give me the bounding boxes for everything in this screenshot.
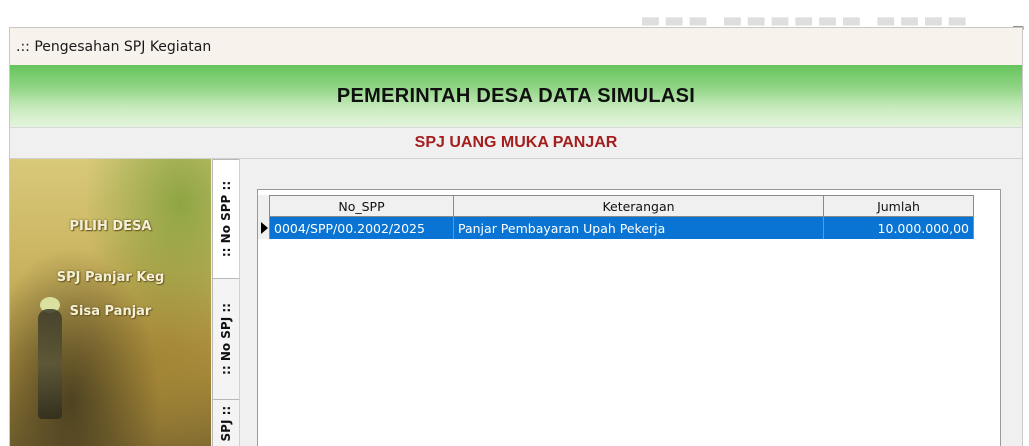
tab-no-spj-label: :: No SPJ ::	[219, 303, 234, 375]
table-row[interactable]: 0004/SPP/00.2002/2025 Panjar Pembayaran …	[258, 217, 974, 239]
tab-spj-partial[interactable]: n SPJ ::	[212, 399, 240, 446]
subheader: SPJ UANG MUKA PANJAR	[10, 128, 1022, 159]
cell-keterangan[interactable]: Panjar Pembayaran Upah Pekerja	[454, 217, 824, 239]
side-menu-spj-panjar-keg[interactable]: SPJ Panjar Keg	[10, 270, 211, 285]
row-indicator-arrow-icon	[258, 217, 270, 239]
side-menu-pilih-desa[interactable]: PILIH DESA	[10, 219, 211, 234]
tab-no-spp-label: :: No SPP ::	[219, 180, 233, 258]
cell-jumlah[interactable]: 10.000.000,00	[824, 217, 974, 239]
side-menu-sisa-panjar[interactable]: Sisa Panjar	[10, 304, 211, 319]
spj-window: .:: Pengesahan SPJ Kegiatan PEMERINTAH D…	[9, 27, 1023, 446]
window-titlebar[interactable]: .:: Pengesahan SPJ Kegiatan	[10, 28, 1022, 65]
header-banner: PEMERINTAH DESA DATA SIMULASI	[10, 65, 1022, 128]
header-indicator-cell	[258, 195, 270, 217]
spp-grid: No_SPP Keterangan Jumlah 0004/SPP/00.200…	[257, 189, 1001, 446]
tab-spj-partial-label: n SPJ ::	[219, 405, 233, 446]
farmer-figure	[38, 309, 62, 419]
cell-no-spp[interactable]: 0004/SPP/00.2002/2025	[270, 217, 454, 239]
tab-no-spp[interactable]: :: No SPP ::	[212, 159, 239, 279]
tab-no-spj[interactable]: :: No SPJ ::	[212, 278, 240, 400]
side-panel: PILIH DESA SPJ Panjar Keg Sisa Panjar	[10, 159, 211, 446]
column-header-jumlah[interactable]: Jumlah	[824, 195, 974, 217]
window-title: .:: Pengesahan SPJ Kegiatan	[16, 38, 212, 55]
subheader-title: SPJ UANG MUKA PANJAR	[414, 134, 618, 151]
column-header-no-spp[interactable]: No_SPP	[270, 195, 454, 217]
grid-header: No_SPP Keterangan Jumlah	[258, 195, 974, 217]
body-area: PILIH DESA SPJ Panjar Keg Sisa Panjar ::…	[10, 159, 1022, 446]
vertical-tabs: :: No SPP :: :: No SPJ :: n SPJ ::	[212, 159, 240, 446]
header-title: PEMERINTAH DESA DATA SIMULASI	[336, 84, 696, 107]
tab-content: No_SPP Keterangan Jumlah 0004/SPP/00.200…	[239, 159, 1022, 446]
column-header-keterangan[interactable]: Keterangan	[454, 195, 824, 217]
